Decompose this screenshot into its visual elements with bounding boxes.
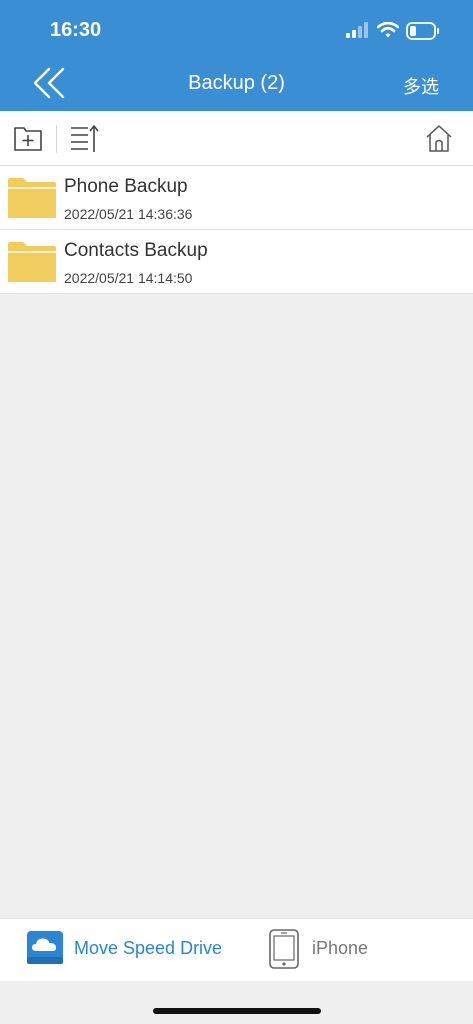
file-date: 2022/05/21 14:14:50 bbox=[64, 270, 193, 286]
cloud-drive-icon bbox=[27, 931, 63, 964]
toolbar-divider bbox=[56, 125, 57, 153]
bottom-tab-bar: Move Speed Drive iPhone bbox=[0, 918, 473, 981]
folder-icon bbox=[8, 178, 56, 218]
folder-icon bbox=[8, 242, 56, 282]
file-date: 2022/05/21 14:36:36 bbox=[64, 206, 193, 222]
wifi-icon bbox=[377, 22, 399, 38]
header-bar: 16:30 Backup (2) 多选 bbox=[0, 0, 473, 111]
toolbar bbox=[0, 111, 473, 166]
multi-select-button[interactable]: 多选 bbox=[403, 73, 439, 99]
home-indicator bbox=[153, 1008, 321, 1014]
sort-icon[interactable] bbox=[69, 124, 101, 154]
list-item[interactable]: Contacts Backup 2022/05/21 14:14:50 bbox=[0, 230, 473, 294]
tab-label: iPhone bbox=[312, 938, 369, 958]
signal-icon bbox=[346, 22, 368, 38]
tab-label: Move Speed Drive bbox=[74, 938, 223, 958]
file-name: Contacts Backup bbox=[64, 240, 208, 261]
status-time: 16:30 bbox=[50, 19, 102, 41]
file-name: Phone Backup bbox=[64, 176, 188, 197]
home-icon[interactable] bbox=[424, 123, 454, 153]
list-item[interactable]: Phone Backup 2022/05/21 14:36:36 bbox=[0, 166, 473, 230]
new-folder-icon[interactable] bbox=[13, 124, 43, 152]
phone-icon bbox=[269, 929, 299, 969]
file-list: Phone Backup 2022/05/21 14:36:36 Contact… bbox=[0, 166, 473, 294]
battery-icon bbox=[406, 22, 439, 40]
